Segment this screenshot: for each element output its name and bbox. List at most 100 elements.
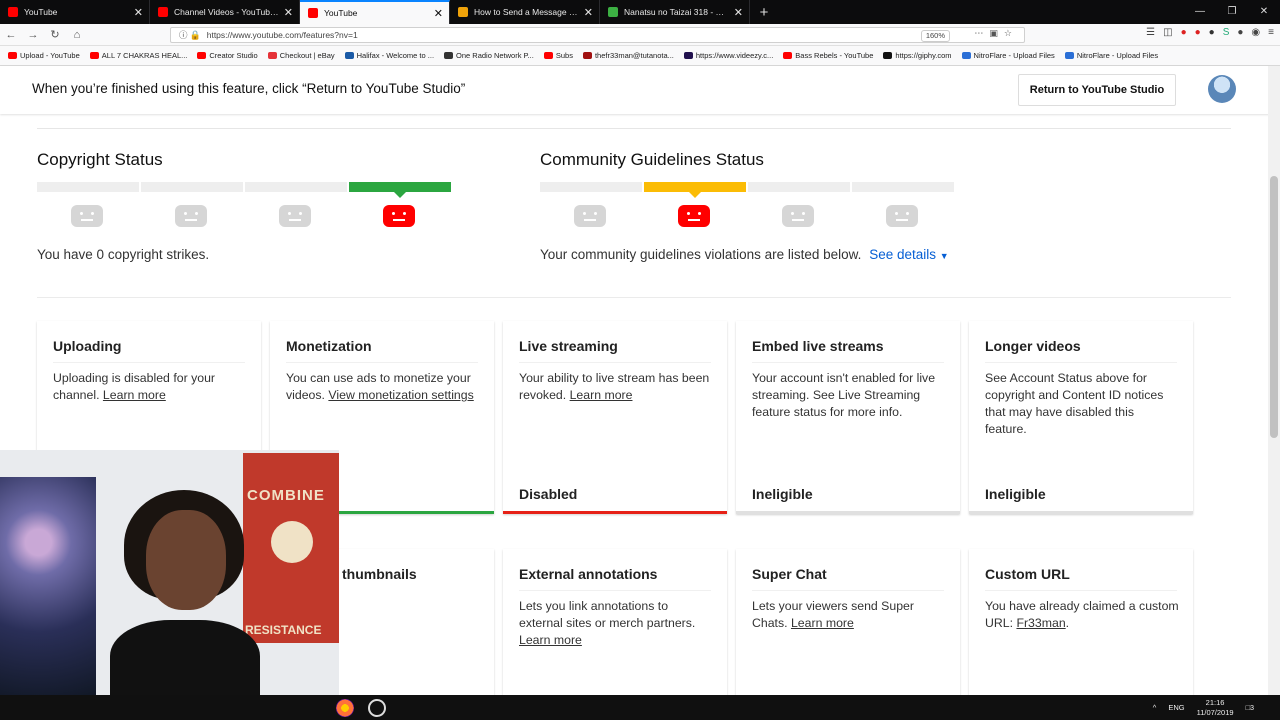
tab-title: Channel Videos - YouTube Stu xyxy=(174,7,280,17)
tray-chevron-icon[interactable]: ^ xyxy=(1153,703,1157,712)
webcam-overlay: COMBINE RESISTANCE xyxy=(0,450,339,695)
scrollbar-thumb[interactable] xyxy=(1270,176,1278,438)
divider xyxy=(752,362,944,363)
home-icon[interactable]: ⌂ xyxy=(66,29,88,41)
browser-tab[interactable]: How to Send a Message to You ✕ xyxy=(450,0,600,24)
tab-title: Nanatsu no Taizai 318 - Read M xyxy=(624,7,730,17)
neutral-face-icon xyxy=(175,205,207,227)
bookmark-item[interactable]: thefr33man@tutanota... xyxy=(582,51,674,60)
close-tab-icon[interactable]: ✕ xyxy=(284,6,293,19)
new-tab-button[interactable]: + xyxy=(750,0,778,24)
bookmark-item[interactable]: Bass Rebels - YouTube xyxy=(783,51,873,60)
bookmark-item[interactable]: Subs xyxy=(543,51,573,60)
page-scrollbar[interactable] xyxy=(1268,66,1280,695)
page-actions-icon[interactable]: ⋯▣☆ xyxy=(974,28,1018,39)
card-link[interactable]: View monetization settings xyxy=(328,388,473,402)
card-link[interactable]: Learn more xyxy=(103,388,166,402)
bookmark-item[interactable]: NitroFlare - Upload Files xyxy=(1064,51,1158,60)
bookmark-item[interactable]: One Radio Network P... xyxy=(444,51,534,60)
bookmark-label: Subs xyxy=(555,51,573,60)
browser-tab[interactable]: YouTube ✕ xyxy=(0,0,150,24)
card-link[interactable]: Learn more xyxy=(791,616,854,630)
address-bar[interactable]: ⓘ 🔒 https://www.youtube.com/features?nv=… xyxy=(170,27,1025,43)
close-tab-icon[interactable]: ✕ xyxy=(584,6,593,19)
divider xyxy=(985,590,1177,591)
divider xyxy=(37,128,1231,129)
card-title: Super Chat xyxy=(752,566,827,582)
card-title: Monetization xyxy=(286,338,372,354)
sidebar-icon[interactable]: ◫ xyxy=(1163,27,1172,38)
close-window-icon[interactable]: ✕ xyxy=(1248,0,1280,24)
menu-icon[interactable]: ≡ xyxy=(1268,27,1274,38)
bookmark-item[interactable]: https://giphy.com xyxy=(883,51,952,60)
close-tab-icon[interactable]: ✕ xyxy=(134,6,143,19)
divider xyxy=(519,362,711,363)
bookmark-item[interactable]: ALL 7 CHAKRAS HEAL... xyxy=(89,51,187,60)
extension-icon[interactable]: ● xyxy=(1209,27,1215,38)
bookmark-item[interactable]: Creator Studio xyxy=(197,51,258,60)
card-link[interactable]: Learn more xyxy=(570,388,633,402)
strike-segment xyxy=(141,182,243,192)
notification-count: 3 xyxy=(1250,705,1254,712)
reload-icon[interactable]: ↻ xyxy=(44,28,66,41)
close-tab-icon[interactable]: ✕ xyxy=(434,7,443,20)
extension-icon[interactable]: ● xyxy=(1237,27,1243,38)
tab-title: YouTube xyxy=(24,7,58,17)
browser-tab[interactable]: Nanatsu no Taizai 318 - Read M ✕ xyxy=(600,0,750,24)
zoom-indicator[interactable]: 160% xyxy=(920,30,950,42)
community-faces xyxy=(574,205,990,227)
neutral-face-icon xyxy=(886,205,918,227)
card-link[interactable]: Learn more xyxy=(519,633,582,647)
account-icon[interactable]: ◉ xyxy=(1251,27,1260,38)
see-details-label: See details xyxy=(869,247,936,262)
restore-icon[interactable]: ❐ xyxy=(1216,0,1248,24)
card-status-bar xyxy=(503,511,727,514)
bookmark-label: Creator Studio xyxy=(209,51,258,60)
return-to-studio-button[interactable]: Return to YouTube Studio xyxy=(1018,74,1176,106)
card-description-text: See Account Status above for copyright a… xyxy=(985,371,1164,436)
bookmark-item[interactable]: https://www.videezy.c... xyxy=(683,51,773,60)
card-title: Uploading xyxy=(53,338,122,354)
browser-tab[interactable]: YouTube ✕ xyxy=(300,0,450,24)
extension-icon[interactable]: S xyxy=(1223,27,1230,38)
bookmark-item[interactable]: NitroFlare - Upload Files xyxy=(961,51,1055,60)
extension-icon[interactable]: ● xyxy=(1195,27,1201,38)
tab-favicon-icon xyxy=(158,7,168,17)
notifications-icon[interactable]: □3 xyxy=(1246,703,1254,712)
card-description: Uploading is disabled for your channel. … xyxy=(53,370,247,404)
clock[interactable]: 21:16 11/07/2019 xyxy=(1197,698,1234,718)
forward-icon[interactable]: → xyxy=(22,29,44,41)
community-violations-text: Your community guidelines violations are… xyxy=(540,247,949,262)
avatar[interactable] xyxy=(1208,75,1236,103)
language-indicator[interactable]: ENG xyxy=(1168,703,1184,712)
card-status-bar xyxy=(969,511,1193,514)
card-status-bar xyxy=(736,511,960,514)
see-details-link[interactable]: See details ▼ xyxy=(869,247,948,262)
bookmark-item[interactable]: Halifax - Welcome to ... xyxy=(344,51,434,60)
minimize-icon[interactable]: — xyxy=(1184,0,1216,24)
bookmark-item[interactable]: Upload - YouTube xyxy=(8,51,80,60)
bookmark-item[interactable]: Checkout | eBay xyxy=(267,51,335,60)
browser-tab[interactable]: Channel Videos - YouTube Stu ✕ xyxy=(150,0,300,24)
bookmark-favicon-icon xyxy=(783,52,793,59)
bookmark-label: Bass Rebels - YouTube xyxy=(795,51,874,60)
bookmark-favicon-icon xyxy=(444,52,454,59)
card-description: See Account Status above for copyright a… xyxy=(985,370,1179,438)
firefox-icon[interactable] xyxy=(336,699,354,717)
extension-icon[interactable]: ● xyxy=(1181,27,1187,38)
bookmark-favicon-icon xyxy=(683,52,693,59)
card-link[interactable]: Fr33man xyxy=(1016,616,1065,630)
copyright-strikes-text: You have 0 copyright strikes. xyxy=(37,247,210,262)
info-icon[interactable]: ⓘ xyxy=(179,29,188,41)
back-icon[interactable]: ← xyxy=(0,29,22,41)
lock-icon[interactable]: 🔒 xyxy=(190,30,201,41)
clock-time: 21:16 xyxy=(1205,697,1225,707)
strike-segment-active xyxy=(349,182,451,198)
close-tab-icon[interactable]: ✕ xyxy=(734,6,743,19)
space-poster xyxy=(0,477,96,695)
card-description: Lets you link annotations to external si… xyxy=(519,598,713,649)
library-icon[interactable]: ☰ xyxy=(1146,27,1155,38)
card-title: External annotations xyxy=(519,566,658,582)
strike-segment xyxy=(748,182,850,192)
obs-icon[interactable] xyxy=(368,699,386,717)
